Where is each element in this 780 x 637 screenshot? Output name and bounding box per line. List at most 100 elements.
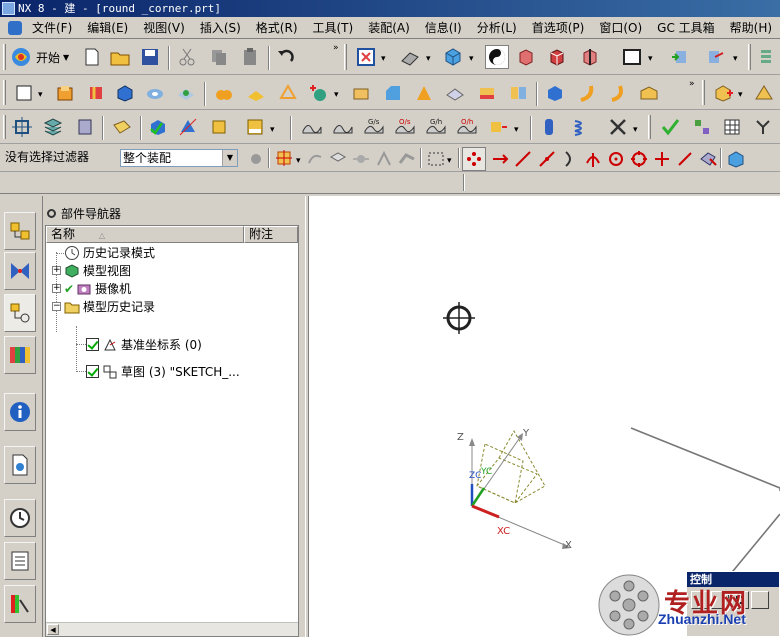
save-button[interactable]: [138, 45, 162, 69]
snap-point-on-line-button[interactable]: [535, 147, 559, 171]
menu-gc-toolbox[interactable]: GC 工具箱: [651, 18, 724, 38]
menu-analysis[interactable]: 分析(L): [471, 18, 526, 38]
toolbar-grip[interactable]: [702, 80, 705, 105]
check-geometry-button[interactable]: [146, 115, 170, 139]
snap-center-button[interactable]: [604, 147, 628, 171]
rendering-style-button[interactable]: [398, 45, 422, 69]
tree-node-model-views[interactable]: 模型视图: [64, 262, 131, 279]
control-button-4[interactable]: [751, 591, 769, 609]
oh-continuity-button[interactable]: O/h: [455, 115, 479, 139]
toolbar-grip[interactable]: [3, 44, 6, 70]
paste-button[interactable]: [238, 45, 262, 69]
menu-file[interactable]: 文件(F): [26, 18, 81, 38]
section-view-button[interactable]: [578, 45, 602, 69]
snap-intersection-button[interactable]: [650, 147, 674, 171]
gh-continuity-button[interactable]: G/h: [424, 115, 448, 139]
gs-continuity-button[interactable]: G/s: [362, 115, 386, 139]
tool-disable-button[interactable]: [606, 115, 630, 139]
menu-assemblies[interactable]: 装配(A): [362, 18, 419, 38]
expand-toggle-cameras[interactable]: +: [52, 284, 61, 293]
column-header-name[interactable]: 名称 △: [46, 226, 244, 243]
boss-button[interactable]: [174, 81, 198, 105]
abc-text-button[interactable]: [243, 115, 267, 139]
fit-view-button[interactable]: [354, 45, 378, 69]
datum-plane-button[interactable]: [276, 81, 300, 105]
sketch-button[interactable]: [12, 81, 36, 105]
tree-node-datum-csys[interactable]: 基准坐标系 (0): [86, 336, 202, 353]
collapse-toggle-model-history[interactable]: −: [52, 302, 61, 311]
tree-node-cameras[interactable]: ✔ 摄像机: [64, 280, 131, 297]
snap-point-button[interactable]: [711, 81, 735, 105]
visibility-checkbox[interactable]: [86, 338, 99, 351]
snap-line-button[interactable]: [511, 147, 535, 171]
menu-view[interactable]: 视图(V): [137, 18, 194, 38]
sketch-curve[interactable]: [630, 427, 780, 589]
snap-existing-point-button[interactable]: [673, 147, 697, 171]
snap-quadrant-button[interactable]: [627, 147, 651, 171]
document-icon[interactable]: [8, 20, 22, 35]
select-curve-button[interactable]: [303, 147, 327, 171]
os-continuity-button[interactable]: O/s: [393, 115, 417, 139]
deviation-button[interactable]: [486, 115, 510, 139]
pin-icon[interactable]: [47, 209, 56, 218]
web-browser-tab[interactable]: [4, 446, 36, 484]
wcs-button[interactable]: [10, 115, 34, 139]
toolbar-grip[interactable]: [344, 44, 347, 70]
edge-blend-button[interactable]: [349, 81, 373, 105]
menu-insert[interactable]: 插入(S): [194, 18, 250, 38]
shell-button[interactable]: [412, 81, 436, 105]
constraint-navigator-tab[interactable]: [4, 252, 36, 290]
menu-tools[interactable]: 工具(T): [307, 18, 363, 38]
open-button[interactable]: [108, 45, 132, 69]
extrude-button[interactable]: [53, 81, 77, 105]
revolve-button[interactable]: [84, 81, 108, 105]
sew-button[interactable]: [606, 81, 630, 105]
cut-button[interactable]: [175, 45, 199, 69]
system-materials-tab[interactable]: [4, 542, 36, 580]
chamfer-button[interactable]: [381, 81, 405, 105]
assembly-navigator-tab[interactable]: [4, 212, 36, 250]
measure-button[interactable]: [176, 115, 200, 139]
expression-button[interactable]: [751, 115, 775, 139]
snap-tangent-button[interactable]: [581, 147, 605, 171]
toolbar-grip[interactable]: [3, 80, 6, 105]
layers-button[interactable]: [754, 45, 778, 69]
shaded-button[interactable]: [485, 45, 509, 69]
pattern-button[interactable]: [506, 81, 530, 105]
expand-toggle-model-views[interactable]: +: [52, 266, 61, 275]
column-header-notes[interactable]: 附注: [244, 226, 298, 243]
layer-settings-button[interactable]: [41, 115, 65, 139]
visibility-checkbox[interactable]: [86, 365, 99, 378]
layer-category-button[interactable]: [73, 115, 97, 139]
block-button[interactable]: [113, 81, 137, 105]
surface-analysis-button[interactable]: [331, 115, 355, 139]
menu-format[interactable]: 格式(R): [250, 18, 307, 38]
select-edge-button[interactable]: [372, 147, 396, 171]
tree-node-sketch[interactable]: 草图 (3) "SKETCH_...: [86, 363, 240, 380]
draft-button[interactable]: [443, 81, 467, 105]
select-body-button[interactable]: [326, 147, 350, 171]
menu-help[interactable]: 帮助(H): [724, 18, 780, 38]
undo-button[interactable]: [274, 45, 298, 69]
mass-properties-button[interactable]: [207, 115, 231, 139]
hd3d-tools-tab[interactable]: [4, 393, 36, 431]
through-curves-button[interactable]: [637, 81, 661, 105]
label-button[interactable]: [110, 115, 134, 139]
part-navigator-tab[interactable]: [4, 294, 36, 332]
menu-window[interactable]: 窗口(O): [593, 18, 651, 38]
menu-preferences[interactable]: 首选项(P): [526, 18, 594, 38]
start-button[interactable]: 开始 ▼: [10, 42, 69, 72]
filter-settings-button[interactable]: [244, 147, 268, 171]
hidden-edges-button[interactable]: [545, 45, 569, 69]
offset-face-button[interactable]: [475, 81, 499, 105]
rectangle-select-button[interactable]: [424, 147, 448, 171]
validate-button[interactable]: [658, 115, 682, 139]
assembly-constraint-button[interactable]: [703, 45, 727, 69]
tree-node-model-history[interactable]: 模型历史记录: [64, 298, 155, 315]
chevron-down-icon[interactable]: ▼: [222, 150, 237, 166]
wireframe-button[interactable]: [514, 45, 538, 69]
toolbar-overflow[interactable]: »: [333, 43, 339, 53]
toolbar-overflow[interactable]: »: [689, 79, 695, 89]
select-component-button[interactable]: [395, 147, 419, 171]
spreadsheet-button[interactable]: [720, 115, 744, 139]
